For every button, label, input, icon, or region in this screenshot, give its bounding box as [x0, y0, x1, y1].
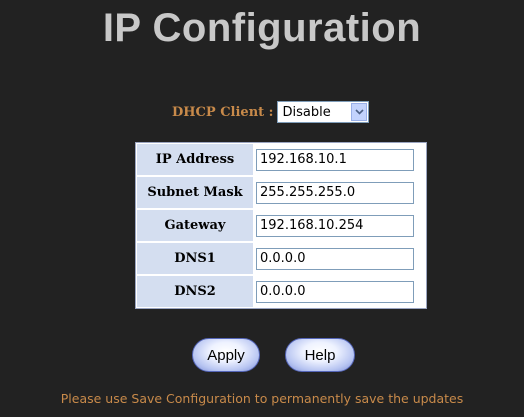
- dns2-input[interactable]: [256, 280, 414, 303]
- gateway-label: Gateway: [136, 209, 254, 242]
- apply-button[interactable]: Apply: [192, 338, 260, 372]
- help-button[interactable]: Help: [285, 338, 355, 372]
- table-row: Subnet Mask: [136, 176, 426, 209]
- dns1-input[interactable]: [256, 247, 414, 270]
- dns1-label: DNS1: [136, 242, 254, 275]
- subnet-mask-input[interactable]: [256, 181, 414, 204]
- save-hint-text: Please use Save Configuration to permane…: [60, 391, 464, 406]
- dhcp-client-selected-value: Disable: [282, 104, 331, 120]
- table-row: DNS1: [136, 242, 426, 275]
- dhcp-client-label: DHCP Client :: [172, 104, 274, 120]
- ip-address-label: IP Address: [136, 143, 254, 176]
- table-row: DNS2: [136, 275, 426, 308]
- dropdown-button[interactable]: [351, 103, 368, 121]
- dns2-label: DNS2: [136, 275, 254, 308]
- table-row: Gateway: [136, 209, 426, 242]
- chevron-down-icon: [355, 109, 364, 115]
- dhcp-client-select[interactable]: Disable: [277, 101, 370, 123]
- subnet-mask-label: Subnet Mask: [136, 176, 254, 209]
- ip-config-table: IP Address Subnet Mask Gateway DNS1 DNS2: [135, 142, 427, 309]
- dhcp-client-row: DHCP Client : Disable: [172, 98, 370, 126]
- table-row: IP Address: [136, 143, 426, 176]
- ip-address-input[interactable]: [256, 148, 414, 171]
- gateway-input[interactable]: [256, 214, 414, 237]
- page-title: IP Configuration: [102, 6, 422, 50]
